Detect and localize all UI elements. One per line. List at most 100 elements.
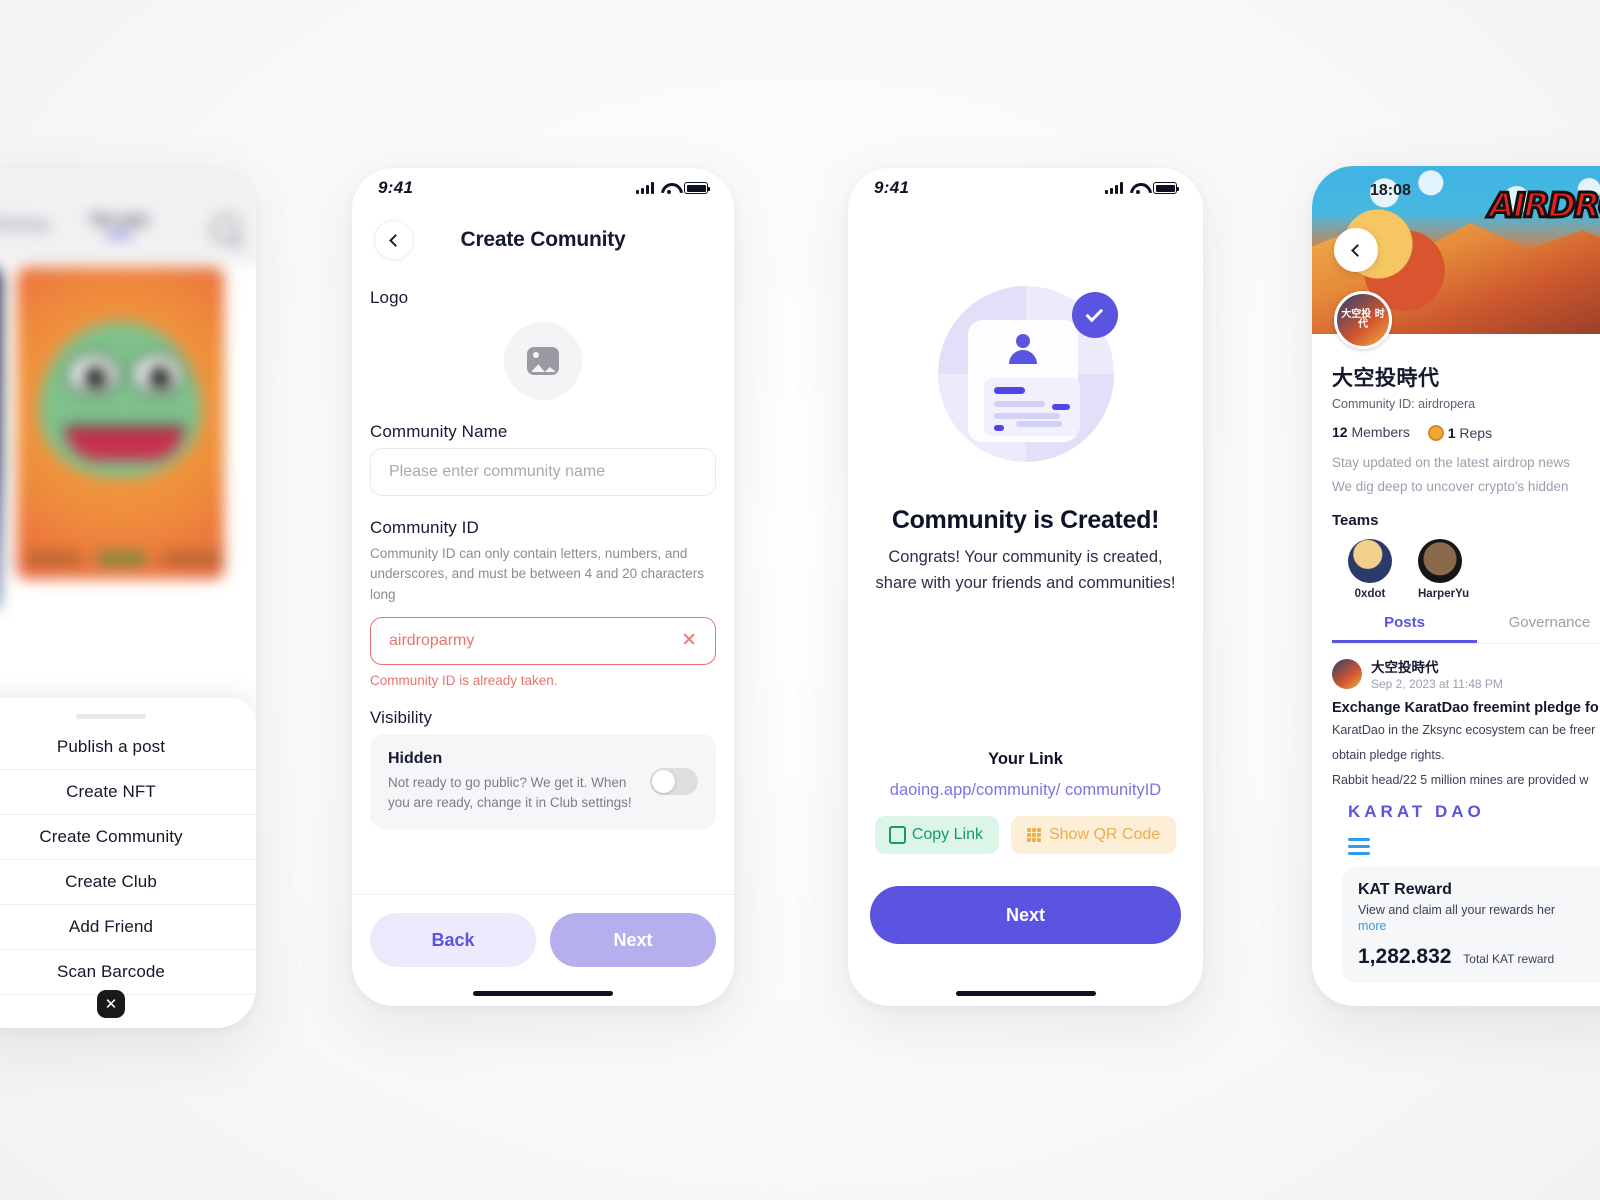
status-bar: 9:41 (848, 168, 1203, 208)
kat-reward-subtitle: View and claim all your rewards her (1358, 903, 1556, 918)
karat-dao-brand: KARAT DAO (1348, 802, 1600, 822)
members-stat: 12 Members (1332, 424, 1410, 440)
profile-tabs: Posts Governance (1332, 614, 1600, 645)
team-member[interactable]: HarperYu (1418, 539, 1469, 600)
success-title: Community is Created! (891, 506, 1160, 534)
post-body-line2: obtain pledge rights. (1332, 747, 1445, 762)
post-timestamp: Sep 2, 2023 at 11:48 PM (1371, 677, 1503, 692)
sheet-item-create-community[interactable]: Create Community (0, 815, 256, 860)
sheet-item-create-club[interactable]: Create Club (0, 860, 256, 905)
teams-label: Teams (1332, 512, 1379, 530)
home-indicator (473, 991, 613, 996)
clear-icon[interactable]: ✕ (681, 629, 697, 652)
back-button[interactable] (374, 220, 414, 260)
community-link[interactable]: daoing.app/community/ communityID (848, 781, 1203, 800)
visibility-text: Hidden Not ready to go public? We get it… (388, 750, 636, 813)
back-button-footer[interactable]: Back (370, 913, 536, 967)
phone-community-created-screen: 9:41 Community is Created! Congrats! You… (848, 168, 1203, 1006)
feed-card-dark[interactable] (0, 267, 2, 611)
status-icons (1105, 182, 1179, 194)
sheet-item-publish-a-post[interactable]: Publish a post (0, 725, 256, 770)
signal-icon (1105, 182, 1123, 194)
community-id-input[interactable]: airdroparmy ✕ (370, 616, 716, 665)
sheet-item-add-friend[interactable]: Add Friend (0, 905, 256, 950)
sheet-item-create-nft[interactable]: Create NFT (0, 770, 256, 815)
community-description-line2: We dig deep to uncover crypto's hidden (1332, 478, 1569, 494)
link-section: Your Link daoing.app/community/ communit… (848, 750, 1203, 854)
community-stats: 12 Members 1 Reps (1332, 422, 1600, 441)
status-time: 9:41 (378, 178, 414, 197)
feed-tab-following[interactable]: Following (0, 215, 48, 233)
kat-reward-more-link[interactable]: more (1358, 919, 1600, 933)
kat-amount-label: Total KAT reward (1463, 952, 1555, 967)
show-qr-code-button[interactable]: Show QR Code (1010, 816, 1177, 854)
reps-label: Reps (1459, 425, 1493, 441)
feed-tab-for-you[interactable]: For you (91, 211, 148, 237)
sheet-item-scan-barcode[interactable]: Scan Barcode (0, 950, 256, 995)
created-check-illustration (937, 286, 1118, 462)
post-author: 大空投時代 (1371, 660, 1439, 676)
hidden-toggle[interactable] (650, 767, 698, 795)
members-label: Members (1351, 423, 1410, 440)
feed-card-list (0, 267, 256, 611)
tab-governance[interactable]: Governance (1477, 614, 1600, 643)
success-subtitle-line2: share with your friends and communities! (875, 573, 1176, 592)
kat-reward-card[interactable]: KAT Reward View and claim all your rewar… (1342, 867, 1600, 984)
phone-community-profile-screen: 18:08 AIRDROP 大空投 时代 大空投時代 Community ID:… (1312, 166, 1600, 1006)
home-indicator (955, 991, 1096, 996)
back-button[interactable] (1334, 228, 1378, 272)
post-item: 大空投時代 Sep 2, 2023 at 11:48 PM Exchange K… (1332, 644, 1600, 984)
profile-body: 大空投時代 Community ID: airdropera 12 Member… (1312, 334, 1600, 984)
feed-card-pepe[interactable] (16, 267, 225, 580)
tab-posts[interactable]: Posts (1332, 614, 1477, 644)
status-time: 9:41 (874, 178, 910, 197)
visibility-option-title: Hidden (388, 749, 443, 767)
post-body-line1: KaratDao in the Zksync ecosystem can be … (1332, 723, 1596, 738)
community-id: Community ID: airdropera (1332, 397, 1476, 411)
status-bar: 9:41 (352, 168, 734, 208)
search-icon[interactable] (211, 215, 239, 243)
copy-link-label: Copy Link (911, 826, 983, 843)
next-button[interactable]: Next (550, 913, 716, 967)
hamburger-icon[interactable] (1348, 838, 1370, 856)
community-name-label: Community Name (370, 422, 508, 441)
community-name-input[interactable]: Please enter community name (370, 448, 716, 496)
image-placeholder-icon (527, 347, 559, 375)
post-header: 大空投時代 Sep 2, 2023 at 11:48 PM (1332, 656, 1600, 691)
logo-placeholder[interactable] (504, 322, 582, 400)
wifi-icon (661, 182, 677, 194)
signal-icon (636, 182, 654, 194)
community-id-value: airdroparmy (389, 631, 475, 649)
members-count: 12 (1332, 423, 1348, 440)
visibility-option-subtitle: Not ready to go public? We get it. When … (388, 774, 632, 810)
post-title: Exchange KaratDao freemint pledge fo (1332, 700, 1599, 717)
team-member-name: HarperYu (1418, 588, 1470, 601)
post-avatar (1332, 658, 1362, 689)
karat-dao-brand-text: KARAT DAO (1348, 802, 1485, 822)
nav-bar: Create Comunity (352, 208, 734, 266)
phone-feed-screen: Following For you (0, 168, 256, 1028)
banner-wordmark: AIRDROP (1487, 185, 1600, 228)
status-time: 18:08 (1370, 182, 1411, 199)
logo-upload[interactable] (370, 314, 716, 422)
reps-stat: 1 Reps (1427, 422, 1493, 441)
community-id-label: Community ID (370, 518, 479, 537)
kat-reward-title: KAT Reward (1358, 881, 1452, 899)
next-button[interactable]: Next (870, 886, 1181, 944)
copy-icon (888, 826, 906, 844)
chevron-left-icon (1351, 243, 1364, 257)
close-icon[interactable]: ✕ (97, 990, 125, 1018)
team-member[interactable]: 0xdot (1348, 539, 1392, 600)
action-sheet: Publish a post Create NFT Create Communi… (0, 698, 256, 1028)
sheet-grabber[interactable] (76, 714, 146, 719)
team-member-name: 0xdot (1354, 588, 1386, 601)
logo-label: Logo (370, 288, 409, 307)
battery-icon (684, 182, 710, 194)
check-badge-icon (1071, 292, 1118, 338)
post-body-line3: Rabbit head/22 5 million mines are provi… (1332, 772, 1589, 787)
copy-link-button[interactable]: Copy Link (874, 816, 999, 854)
medal-icon (1427, 425, 1444, 441)
visibility-label: Visibility (370, 707, 433, 727)
status-icons (636, 182, 710, 194)
kat-reward-amount: 1,282.832 Total KAT reward (1358, 945, 1600, 969)
